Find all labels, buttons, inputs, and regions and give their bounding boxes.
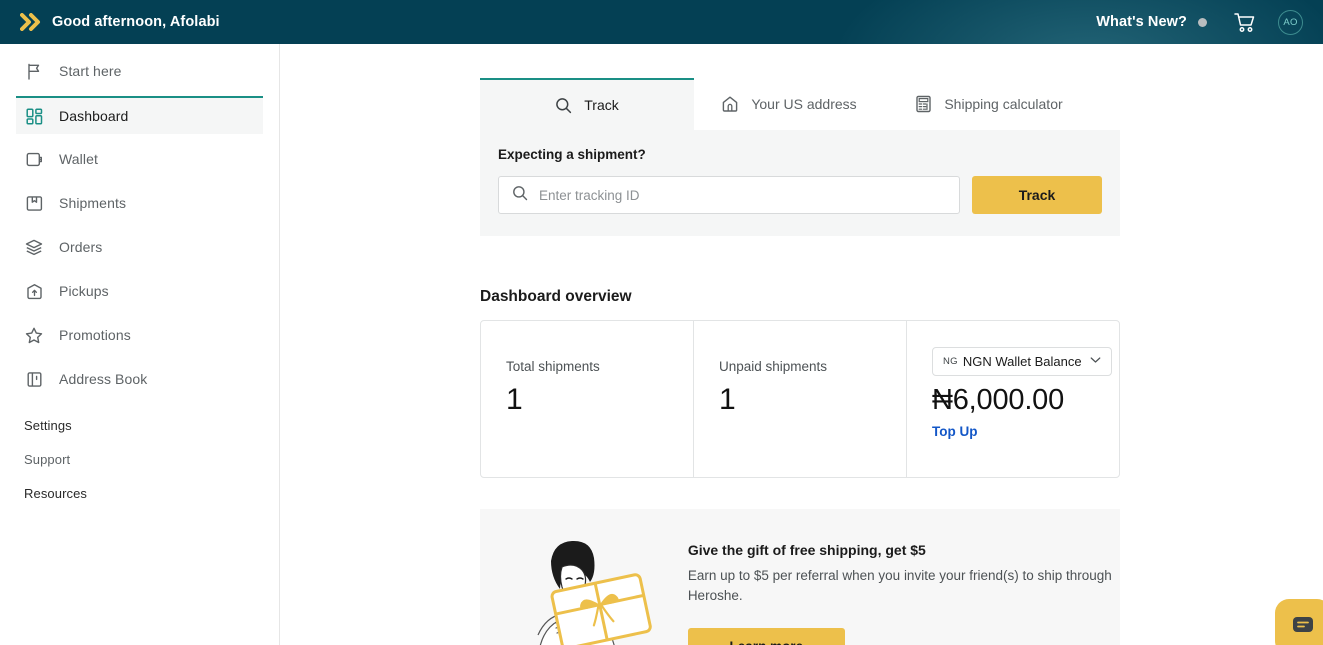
wallet-select-label: NGN Wallet Balance [962, 354, 1082, 369]
pickup-box-arrow-icon [24, 281, 44, 301]
home-icon [721, 95, 739, 113]
greeting-text: Good afternoon, Afolabi [52, 14, 220, 30]
sidebar-link-resources[interactable]: Resources [24, 486, 279, 501]
referral-body-text: Earn up to $5 per referral when you invi… [687, 568, 1112, 603]
track-panel: Expecting a shipment? Track [480, 130, 1120, 236]
card-value: 1 [506, 383, 523, 416]
content-panel: Track Your US address Shipping calculato… [480, 44, 1120, 645]
package-box-icon [24, 193, 44, 213]
tab-your-us-address[interactable]: Your US address [694, 78, 884, 130]
track-form: Track [498, 176, 1102, 214]
sidebar-item-pickups[interactable]: Pickups [16, 272, 263, 310]
sidebar-item-label: Orders [59, 239, 103, 255]
wallet-currency-select[interactable]: NG NGN Wallet Balance [932, 347, 1112, 376]
learn-more-button[interactable]: Learn more [687, 628, 845, 645]
tab-label: Shipping calculator [944, 96, 1063, 112]
notification-dot-icon [1198, 17, 1207, 27]
sidebar-link-settings[interactable]: Settings [24, 418, 279, 433]
sidebar-item-label: Shipments [59, 195, 127, 211]
sidebar-item-label: Promotions [59, 327, 131, 343]
dashboard-grid-icon [24, 106, 44, 126]
card-label: Total shipments [506, 359, 600, 374]
country-code-ng: NG [943, 356, 958, 367]
search-icon [512, 185, 528, 206]
sidebar-item-start-here[interactable]: Start here [16, 52, 263, 90]
search-input[interactable] [539, 187, 959, 203]
sidebar-item-shipments[interactable]: Shipments [16, 184, 263, 222]
card-wallet-balance: NG NGN Wallet Balance ₦6,000.00 Top Up [906, 321, 1119, 477]
tab-label: Your US address [751, 96, 857, 112]
star-icon [24, 325, 44, 345]
top-up-link[interactable]: Top Up [932, 424, 1119, 439]
sidebar-item-wallet[interactable]: Wallet [16, 140, 263, 178]
wallet-balance-value: ₦6,000.00 [932, 384, 1065, 416]
flag-icon [24, 61, 44, 81]
card-label: Unpaid shipments [719, 359, 828, 374]
sidebar-nav: Start here Dashboard Wallet Shipments Or… [0, 44, 280, 645]
referral-banner: Give the gift of free shipping, get $5 E… [480, 509, 1120, 645]
tracking-id-field[interactable] [498, 176, 960, 214]
chat-message-icon [1290, 612, 1316, 643]
address-book-icon [24, 369, 44, 389]
tab-shipping-calculator[interactable]: Shipping calculator [884, 78, 1094, 130]
chat-widget-button[interactable] [1275, 599, 1323, 645]
sidebar-item-label: Pickups [59, 283, 109, 299]
sidebar-item-label: Start here [59, 63, 122, 79]
main-content: Track Your US address Shipping calculato… [281, 44, 1323, 645]
wallet-icon [24, 149, 44, 169]
whats-new-link[interactable]: What's New? [1096, 14, 1187, 30]
sidebar-item-orders[interactable]: Orders [16, 228, 263, 266]
sidebar-item-promotions[interactable]: Promotions [16, 316, 263, 354]
woman-holding-gift-card-illustration [480, 525, 688, 645]
page-title: Dashboard overview [480, 288, 632, 305]
sidebar-item-label: Wallet [59, 151, 98, 167]
header-actions: What's New? AO [1096, 9, 1303, 35]
double-chevron-logo-icon[interactable] [18, 9, 44, 35]
tab-label: Track [584, 97, 619, 113]
avatar[interactable]: AO [1278, 9, 1303, 35]
sidebar-link-support[interactable]: Support [24, 452, 279, 467]
sidebar-item-address-book[interactable]: Address Book [16, 360, 263, 398]
track-prompt: Expecting a shipment? [498, 147, 646, 162]
card-total-shipments: Total shipments 1 [481, 321, 693, 477]
service-tabs: Track Your US address Shipping calculato… [480, 78, 1120, 130]
layers-stack-icon [24, 237, 44, 257]
shopping-cart-icon[interactable] [1234, 12, 1256, 33]
referral-heading: Give the gift of free shipping, get $5 [687, 542, 926, 558]
referral-copy: Give the gift of free shipping, get $5 E… [687, 525, 1120, 645]
chevron-down-icon [1090, 356, 1101, 367]
sidebar-secondary-links: Settings Support Resources [0, 418, 279, 501]
overview-cards: Total shipments 1 Unpaid shipments 1 NG … [480, 320, 1120, 478]
sidebar-item-dashboard[interactable]: Dashboard [16, 96, 263, 134]
search-icon [555, 97, 572, 114]
sidebar-item-label: Dashboard [59, 108, 129, 124]
sidebar-item-label: Address Book [59, 371, 148, 387]
top-header-bar: Good afternoon, Afolabi What's New? AO [0, 0, 1323, 44]
card-unpaid-shipments: Unpaid shipments 1 [693, 321, 906, 477]
tab-track[interactable]: Track [480, 78, 694, 130]
calculator-icon [915, 95, 932, 113]
track-button[interactable]: Track [972, 176, 1102, 214]
card-value: 1 [719, 383, 736, 416]
